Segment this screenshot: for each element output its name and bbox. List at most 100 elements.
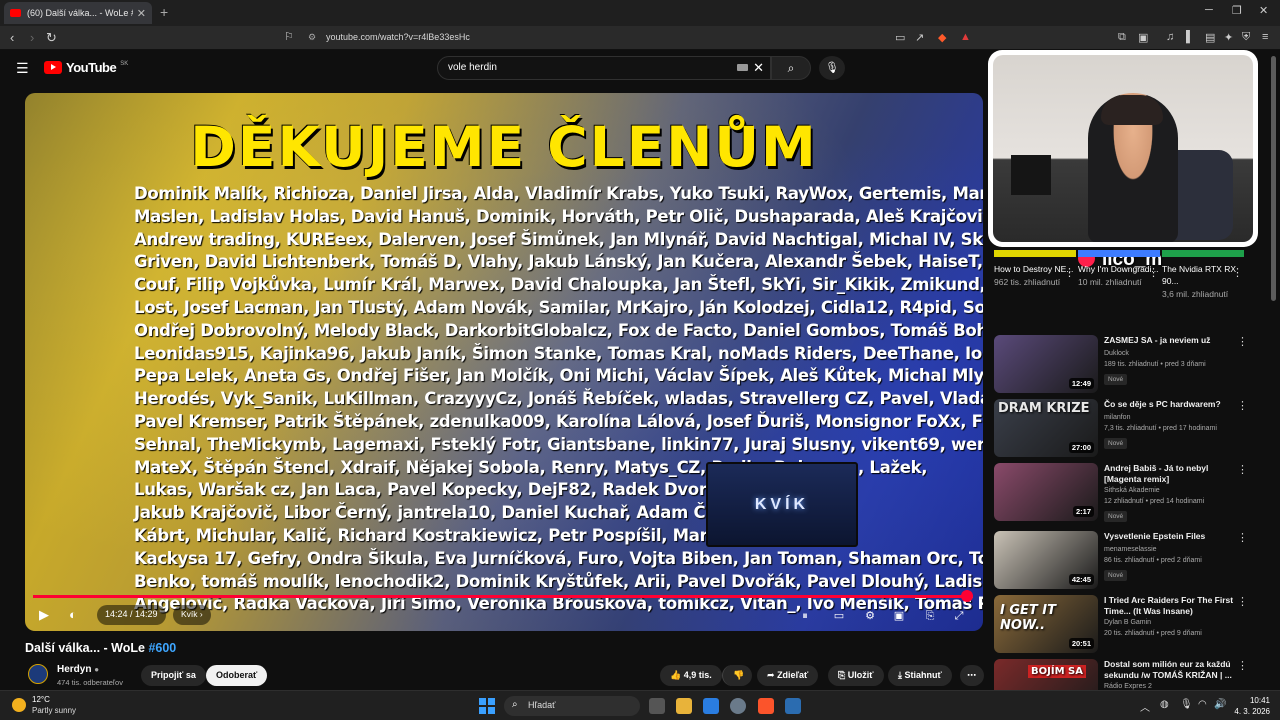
minimize-icon[interactable]: ─ [1205,4,1213,16]
share-page-icon[interactable]: ↗ [915,31,924,44]
browser-tab[interactable]: (60) Další válka... - WoLe #600 - YouTub… [4,2,152,24]
channel-name[interactable]: Rádio Expres 2 [1104,683,1152,690]
channel-name[interactable]: Sithská Akademie [1104,487,1160,494]
channel-avatar[interactable] [28,664,48,684]
channel-name[interactable]: menameselassie [1104,546,1157,553]
settings-gear-icon[interactable]: ⚙ [859,605,881,627]
maximize-icon[interactable]: ❐ [1232,4,1242,17]
more-options-icon[interactable]: ⋮ [1237,595,1248,608]
video-title[interactable]: Dostal som milión eur za každú sekundu /… [1104,659,1242,681]
screenshot-icon[interactable]: ▣ [1138,31,1148,44]
short-more-icon[interactable]: ⋮ [1232,266,1243,279]
windows-start-icon[interactable] [479,698,495,714]
short-more-icon[interactable]: ⋮ [1064,266,1075,279]
more-options-icon[interactable]: ⋮ [1237,531,1248,544]
new-tab-button[interactable]: + [160,4,168,20]
video-title[interactable]: Andrej Babiš - Já to nebyl [Magenta remi… [1104,463,1242,485]
forward-icon[interactable]: › [30,30,34,45]
pause-toggle-icon[interactable]: ⏸ [794,605,816,627]
more-options-icon[interactable]: ⋮ [1237,399,1248,412]
hamburger-menu-icon[interactable]: ☰ [16,60,29,77]
more-actions-button[interactable]: ⋯ [960,665,984,686]
recommended-video[interactable]: I GET IT NOW.. 20:51 I Tried Arc Raiders F… [994,595,1254,653]
chapter-button[interactable]: Kvík › [173,605,211,625]
short-more-icon[interactable]: ⋮ [1148,266,1159,279]
dislike-button[interactable]: 👎 [722,665,752,686]
cast-video-icon[interactable]: ⎘ [919,605,941,627]
join-button[interactable]: Pripojiť sa [141,665,206,686]
tray-mic-icon[interactable]: 🎙 [1180,699,1193,710]
subtitles-icon[interactable]: ▭ [828,605,850,627]
volume-icon[interactable]: ◐ [69,607,77,622]
brave-shield-icon[interactable]: ◆ [938,31,946,44]
ai-icon[interactable]: ✦ [1224,31,1233,44]
back-icon[interactable]: ‹ [10,30,14,45]
clear-search-icon[interactable]: ✕ [753,60,764,76]
taskbar-search[interactable]: ⌕ Hľadať [504,696,640,716]
video-thumbnail[interactable]: I GET IT NOW.. 20:51 [994,595,1098,653]
video-title[interactable]: Vysvetlenie Epstein Files [1104,531,1242,542]
search-input[interactable]: vole herdin ✕ [437,56,771,80]
voice-search-button[interactable]: 🎙 [819,56,845,80]
close-tab-icon[interactable]: ✕ [137,7,146,20]
video-thumbnail[interactable]: DRAM KRIZE 27:00 [994,399,1098,457]
app-icon[interactable] [785,698,801,714]
store-icon[interactable] [703,698,719,714]
more-options-icon[interactable]: ⋮ [1237,463,1248,476]
volume-tray-icon[interactable]: 🔊 [1214,699,1226,710]
recommended-video[interactable]: 42:45 Vysvetlenie Epstein Files menamesela… [994,531,1254,589]
sidebar-icon[interactable]: ▌ [1186,31,1194,43]
wallet-icon[interactable]: ▤ [1205,31,1215,44]
vpn-icon[interactable]: ⛨ [1242,31,1250,44]
channel-name[interactable]: Duklock [1104,350,1129,357]
tray-chevron-icon[interactable]: ︿ [1140,699,1150,714]
like-button[interactable]: 👍 4,9 tis. [660,665,722,686]
share-button[interactable]: ➦ Zdieľať [757,665,819,686]
taskbar-clock[interactable]: 10:41 4. 3. 2026 [1230,695,1270,717]
video-title[interactable]: ZASMEJ SA - ja neviem už [1104,335,1242,346]
subscribe-button[interactable]: Odoberať [206,665,268,686]
rewards-icon[interactable]: ▲ [960,31,971,43]
music-icon[interactable]: ♫ [1166,31,1174,43]
fullscreen-icon[interactable]: ⤢ [948,605,970,627]
cast-icon[interactable]: ▭ [895,31,905,44]
recommended-video[interactable]: 12:49 ZASMEJ SA - ja neviem už Duklock 189 … [994,335,1254,393]
settings-app-icon[interactable] [730,698,746,714]
channel-name[interactable]: Herdyn ● [57,664,99,675]
video-title-hashtag[interactable]: #600 [148,641,176,655]
recommended-video[interactable]: DRAM KRIZE 27:00 Čo se děje s PC hardwarem… [994,399,1254,457]
chapter-label: Kvík [181,609,198,619]
close-window-icon[interactable]: ✕ [1259,4,1268,17]
video-title[interactable]: I Tried Arc Raiders For The First Time..… [1104,595,1242,617]
task-view-icon[interactable] [649,698,665,714]
video-thumbnail[interactable]: 12:49 [994,335,1098,393]
video-player[interactable]: DĚKUJEME ČLENŮM Dominik Malík, Richioza,… [25,93,983,631]
video-duration: 27:00 [1068,442,1094,453]
video-thumbnail[interactable]: 2:17 [994,463,1098,521]
bookmark-icon[interactable]: ⚐ [284,30,294,43]
search-button[interactable]: ⌕ [771,56,811,80]
url-bar[interactable]: ⚙ youtube.com/watch?v=r4lBe33esHc [300,29,890,47]
extensions-icon[interactable]: ⧉ [1118,31,1126,44]
site-info-icon[interactable]: ⚙ [308,32,316,43]
miniplayer-icon[interactable]: ▣ [888,605,910,627]
video-thumbnail[interactable]: 42:45 [994,531,1098,589]
recommended-video[interactable]: 2:17 Andrej Babiš - Já to nebyl [Magenta … [994,463,1254,522]
more-options-icon[interactable]: ⋮ [1237,335,1248,348]
youtube-logo[interactable]: YouTube SK [44,60,128,75]
video-title[interactable]: Čo se děje s PC hardwarem? [1104,399,1242,410]
brave-browser-icon[interactable] [758,698,774,714]
menu-icon[interactable]: ≡ [1262,31,1268,43]
tray-app-icon[interactable]: ◍ [1160,699,1169,710]
reload-icon[interactable]: ↻ [46,30,57,46]
more-options-icon[interactable]: ⋮ [1237,659,1248,672]
save-button[interactable]: ⎘ Uložiť [828,665,884,686]
page-scrollbar[interactable] [1271,56,1276,301]
download-button[interactable]: ⤓ Stiahnuť [888,665,952,686]
keyboard-icon[interactable] [737,64,748,71]
play-icon[interactable]: ▶ [39,607,49,623]
channel-name[interactable]: milanfon [1104,414,1130,421]
wifi-icon[interactable]: ◠ [1198,699,1207,710]
channel-name[interactable]: Dylan B Gamin [1104,619,1151,626]
file-explorer-icon[interactable] [676,698,692,714]
